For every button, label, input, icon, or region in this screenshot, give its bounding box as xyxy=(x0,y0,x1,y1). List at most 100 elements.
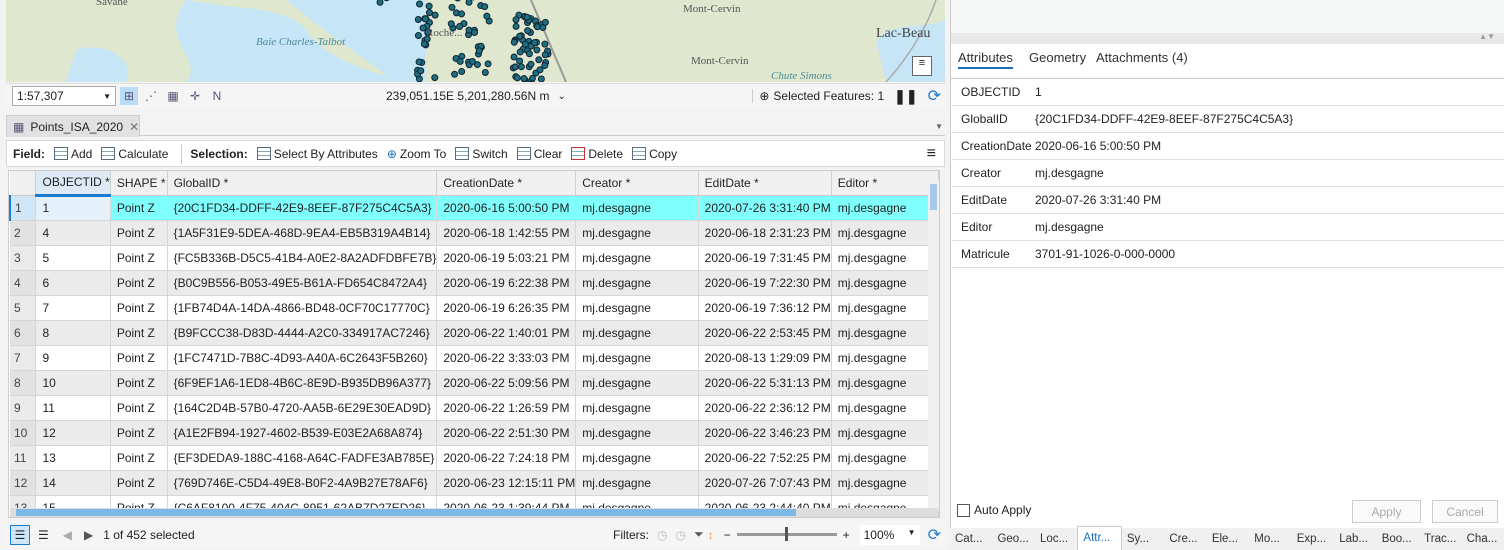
row-number[interactable]: 10 xyxy=(10,420,37,446)
map-point[interactable] xyxy=(512,22,520,30)
table-cell[interactable]: mj.desgagne xyxy=(575,220,699,246)
table-cell[interactable]: Point Z xyxy=(110,345,168,371)
table-cell[interactable]: 1 xyxy=(35,195,111,221)
tab-attachments[interactable]: Attachments (4) xyxy=(1096,50,1188,65)
grid-snap-icon[interactable]: ⊞ xyxy=(120,87,138,105)
table-cell[interactable]: 2020-06-16 5:00:50 PM xyxy=(436,195,577,221)
table-cell[interactable]: Point Z xyxy=(110,220,168,246)
row-number[interactable]: 6 xyxy=(10,320,37,346)
table-cell[interactable]: mj.desgagne xyxy=(575,270,699,296)
table-row[interactable]: 2 4 Point Z {1A5F31E9-5DEA-468D-9EA4-EB5B31… xyxy=(10,220,939,246)
table-cell[interactable]: mj.desgagne xyxy=(831,370,939,396)
table-row[interactable]: 9 11 Point Z {164C2D4B-57B0-4720-AA5B-6E29E… xyxy=(10,395,939,421)
sort-icon[interactable]: ↕ xyxy=(708,528,714,542)
table-cell[interactable]: {6F9EF1A6-1ED8-4B6C-8E9D-B935DB96A377} xyxy=(167,370,438,396)
dock-tab[interactable]: Cha... xyxy=(1462,528,1504,550)
map-point[interactable] xyxy=(431,74,439,82)
table-cell[interactable]: 2020-06-18 2:31:23 PM xyxy=(698,220,832,246)
table-cell[interactable]: Point Z xyxy=(110,470,168,496)
refresh-icon[interactable]: ⟳ xyxy=(928,86,941,106)
chevron-down-icon[interactable]: ▼ xyxy=(935,122,943,131)
table-cell[interactable]: mj.desgagne xyxy=(831,245,939,271)
table-cell[interactable]: {20C1FD34-DDFF-42E9-8EEF-87F275C4C5A3} xyxy=(167,195,438,221)
map-point[interactable] xyxy=(527,60,535,68)
map-point[interactable] xyxy=(414,32,422,40)
show-all-records-icon[interactable]: ☰ xyxy=(10,524,30,545)
row-number[interactable]: 9 xyxy=(10,395,37,421)
map-point[interactable] xyxy=(456,57,464,65)
attribute-value[interactable]: mj.desgagne xyxy=(1035,166,1104,180)
table-cell[interactable]: 2020-06-22 1:40:01 PM xyxy=(436,320,577,346)
table-cell[interactable]: mj.desgagne xyxy=(831,270,939,296)
attribute-row[interactable]: CreationDate 2020-06-16 5:00:50 PM xyxy=(952,133,1504,160)
chevron-down-icon[interactable]: ⌄ xyxy=(557,91,565,102)
table-cell[interactable]: 2020-06-22 3:46:23 PM xyxy=(698,420,832,446)
table-cell[interactable]: 14 xyxy=(35,470,111,496)
map-point[interactable] xyxy=(425,2,433,10)
time-filter-icon[interactable]: ◷ xyxy=(657,528,667,542)
attribute-row[interactable]: Editor mj.desgagne xyxy=(952,214,1504,241)
tab-attributes[interactable]: Attributes xyxy=(958,50,1013,69)
zoom-in-icon[interactable]: + xyxy=(843,528,850,542)
map-point[interactable] xyxy=(525,50,533,58)
next-icon[interactable]: ▶ xyxy=(84,528,93,542)
table-cell[interactable]: 2020-06-22 5:09:56 PM xyxy=(436,370,577,396)
zoom-slider[interactable] xyxy=(736,527,837,541)
row-number[interactable]: 7 xyxy=(10,345,37,371)
table-cell[interactable]: 2020-06-19 5:03:21 PM xyxy=(436,245,577,271)
map-point[interactable] xyxy=(516,48,524,56)
horizontal-scrollbar[interactable] xyxy=(10,508,938,517)
table-row[interactable]: 6 8 Point Z {B9FCCC38-D83D-4444-A2C0-334917… xyxy=(10,320,939,346)
dock-tab[interactable]: Trac... xyxy=(1419,528,1461,550)
dock-tab[interactable]: Boo... xyxy=(1377,528,1419,550)
table-cell[interactable]: 2020-06-23 12:15:11 PM xyxy=(436,470,577,496)
map-point[interactable] xyxy=(537,75,545,82)
table-cell[interactable]: mj.desgagne xyxy=(831,345,939,371)
tab-geometry[interactable]: Geometry xyxy=(1029,50,1086,65)
row-number[interactable]: 4 xyxy=(10,270,37,296)
table-cell[interactable]: Point Z xyxy=(110,395,168,421)
table-cell[interactable]: 4 xyxy=(35,220,111,246)
table-cell[interactable]: 6 xyxy=(35,270,111,296)
table-cell[interactable]: 2020-06-22 1:26:59 PM xyxy=(436,395,577,421)
pause-icon[interactable]: ❚❚ xyxy=(894,88,917,105)
row-number[interactable]: 11 xyxy=(10,445,37,471)
table-cell[interactable]: 2020-06-22 2:51:30 PM xyxy=(436,420,577,446)
table-cell[interactable]: 2020-06-22 5:31:13 PM xyxy=(698,370,832,396)
dock-tab[interactable]: Mo... xyxy=(1249,528,1291,550)
row-number[interactable]: 3 xyxy=(10,245,37,271)
map-point[interactable] xyxy=(458,68,466,76)
map-point[interactable] xyxy=(414,16,422,24)
north-arrow-icon[interactable]: N xyxy=(208,87,226,105)
dock-tab[interactable]: Ele... xyxy=(1207,528,1249,550)
calculate-field-button[interactable]: Calculate xyxy=(101,147,168,161)
map-point[interactable] xyxy=(531,39,539,47)
table-cell[interactable]: {1FB74D4A-14DA-4866-BD48-0CF70C17770C} xyxy=(167,295,438,321)
map-point[interactable] xyxy=(451,70,459,78)
table-cell[interactable]: 11 xyxy=(35,395,111,421)
refresh-icon[interactable]: ⟳ xyxy=(928,525,941,545)
clear-button[interactable]: Clear xyxy=(516,147,562,161)
table-cell[interactable]: {B9FCCC38-D83D-4444-A2C0-334917AC7246} xyxy=(167,320,438,346)
splitter-arrows-icon[interactable]: ▲▼ xyxy=(1479,32,1495,41)
table-row[interactable]: 3 5 Point Z {FC5B336B-D5C5-41B4-A0E2-8A2ADF… xyxy=(10,245,939,271)
map-point[interactable] xyxy=(431,11,439,19)
table-cell[interactable]: mj.desgagne xyxy=(831,195,939,221)
table-cell[interactable]: {1FC7471D-7B8C-4D93-A40A-6C2643F5B260} xyxy=(167,345,438,371)
previous-icon[interactable]: ◀ xyxy=(63,528,72,542)
attribute-value[interactable]: 1 xyxy=(1035,85,1042,99)
table-cell[interactable]: mj.desgagne xyxy=(575,345,699,371)
column-header[interactable]: OBJECTID * xyxy=(35,171,111,197)
attribute-value[interactable]: {20C1FD34-DDFF-42E9-8EEF-87F275C4C5A3} xyxy=(1035,112,1293,126)
map-point[interactable] xyxy=(524,27,532,35)
attribute-value[interactable]: mj.desgagne xyxy=(1035,220,1104,234)
map-point[interactable] xyxy=(513,74,521,82)
zoom-out-icon[interactable]: − xyxy=(724,528,731,542)
table-cell[interactable]: 2020-06-22 3:33:03 PM xyxy=(436,345,577,371)
switch-button[interactable]: Switch xyxy=(455,147,508,161)
table-cell[interactable]: 2020-06-22 7:52:25 PM xyxy=(698,445,832,471)
table-cell[interactable]: mj.desgagne xyxy=(575,445,699,471)
map-point[interactable] xyxy=(448,3,456,11)
table-cell[interactable]: {1A5F31E9-5DEA-468D-9EA4-EB5B319A4B14} xyxy=(167,220,438,246)
map-point[interactable] xyxy=(541,40,549,48)
